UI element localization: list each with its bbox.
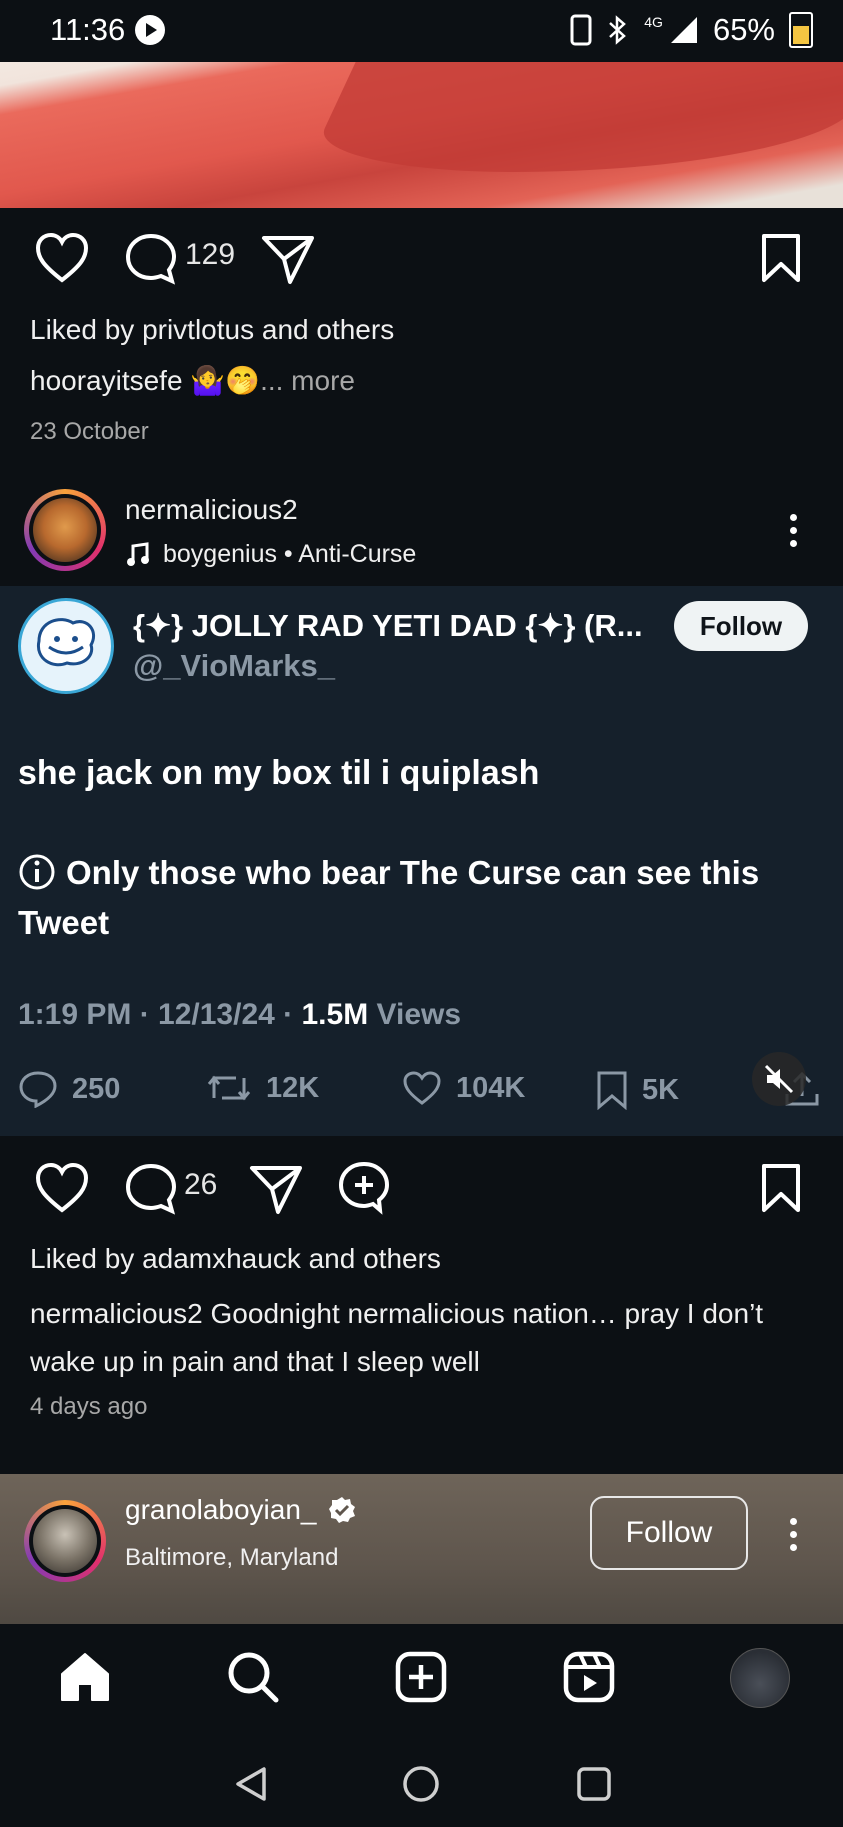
tweet-follow-button: Follow (674, 601, 808, 651)
system-nav (0, 1742, 843, 1827)
post-caption: hoorayitsefe 🤷‍♀️🤭... more (30, 364, 355, 397)
liked-by[interactable]: Liked by privtlotus and others (30, 314, 394, 346)
more-link[interactable]: ... more (260, 365, 355, 396)
home-nav-icon[interactable] (401, 1764, 441, 1804)
tweet-notice-text: Only those who bear The Curse can see th… (18, 854, 760, 941)
status-bar: 11:36 4G 65% (0, 0, 843, 62)
reels-icon[interactable] (562, 1650, 616, 1704)
bottom-nav (0, 1624, 843, 1742)
info-icon (19, 854, 55, 890)
caption-username[interactable]: hoorayitsefe (30, 365, 183, 396)
caption-emoji: 🤷‍♀️🤭 (190, 365, 261, 396)
replies-count: 250 (72, 1072, 121, 1105)
status-indicators: 4G 65% (570, 12, 813, 48)
tweet-display-name: {✦} JOLLY RAD YETI DAD {✦} (R... (133, 608, 643, 643)
back-icon[interactable] (232, 1764, 272, 1804)
add-comment-icon[interactable] (336, 1160, 392, 1216)
tweet-bookmark-icon (597, 1071, 627, 1110)
comment-icon[interactable] (124, 1162, 178, 1216)
tweet-meta: 1:19 PM · 12/13/24 · 1.5M Views (18, 998, 461, 1032)
liked-by[interactable]: Liked by adamxhauck and others (30, 1243, 441, 1275)
comment-count: 26 (184, 1168, 218, 1201)
retweets-count: 12K (266, 1071, 320, 1104)
likes-count: 104K (456, 1071, 526, 1104)
recents-icon[interactable] (574, 1764, 614, 1804)
bookmark-icon[interactable] (760, 1162, 802, 1214)
battery-icon (789, 12, 813, 48)
post-image[interactable] (0, 62, 843, 208)
tweet-handle: @_VioMarks_ (133, 648, 335, 683)
tweet-timestamp: 1:19 PM · 12/13/24 · (18, 998, 302, 1031)
tweet-likes: 104K (402, 1070, 525, 1106)
tweet-retweets: 12K (206, 1070, 319, 1106)
heart-icon[interactable] (34, 1162, 90, 1214)
caption-username[interactable]: nermalicious2 (30, 1298, 203, 1329)
post-username[interactable]: nermalicious2 (125, 494, 298, 526)
music-note-icon (127, 541, 149, 566)
tweet-views-count: 1.5M (301, 998, 369, 1031)
follow-button[interactable]: Follow (590, 1496, 748, 1570)
comment-count: 129 (185, 238, 236, 271)
tweet-heart-icon (403, 1071, 441, 1105)
tweet-bookmarks: 5K (596, 1070, 679, 1110)
avatar[interactable] (24, 1500, 106, 1582)
music-attribution[interactable]: boygenius • Anti-Curse (125, 540, 416, 569)
bookmarks-count: 5K (642, 1073, 680, 1106)
music-label: boygenius • Anti-Curse (163, 540, 417, 568)
muted-speaker-icon (764, 1064, 794, 1094)
post-location[interactable]: Baltimore, Maryland (125, 1544, 338, 1572)
post-date: 4 days ago (30, 1393, 148, 1420)
retweet-icon (207, 1075, 251, 1101)
send-icon[interactable] (260, 232, 316, 286)
phone-vibrate-icon (570, 14, 592, 46)
heart-icon[interactable] (34, 232, 90, 284)
tweet-views-label: Views (368, 998, 462, 1031)
status-time: 11:36 (50, 12, 126, 47)
post-username-row[interactable]: granolaboyian_ (125, 1494, 357, 1526)
post-caption: nermalicious2 Goodnight nermalicious nat… (30, 1290, 820, 1386)
mute-button[interactable] (752, 1052, 806, 1106)
home-icon[interactable] (58, 1650, 112, 1704)
more-options-icon[interactable] (790, 508, 798, 553)
search-icon[interactable] (226, 1650, 280, 1704)
avatar[interactable] (24, 489, 106, 571)
tweet-replies: 250 (18, 1070, 120, 1108)
verified-badge-icon (328, 1497, 355, 1523)
more-options-icon[interactable] (790, 1512, 798, 1557)
bookmark-icon[interactable] (760, 232, 802, 284)
tweet-notice: Only those who bear The Curse can see th… (18, 848, 798, 948)
post-username: granolaboyian_ (125, 1494, 317, 1525)
battery-percent: 65% (712, 12, 775, 47)
signal-icon (670, 17, 697, 43)
post-header: granolaboyian_ Baltimore, Maryland Follo… (0, 1474, 843, 1624)
post-date: 23 October (30, 418, 149, 445)
send-icon[interactable] (248, 1162, 304, 1216)
reply-icon (19, 1071, 57, 1108)
tweet-body: she jack on my box til i quiplash (18, 754, 540, 792)
bluetooth-icon (609, 15, 627, 45)
tweet-card[interactable]: {✦} JOLLY RAD YETI DAD {✦} (R... @_VioMa… (0, 586, 843, 1136)
comment-icon[interactable] (124, 232, 178, 286)
tweet-avatar (18, 598, 114, 694)
media-playing-icon (135, 15, 165, 45)
create-post-icon[interactable] (394, 1650, 448, 1704)
profile-avatar[interactable] (730, 1648, 790, 1708)
network-type: 4G (644, 14, 663, 30)
